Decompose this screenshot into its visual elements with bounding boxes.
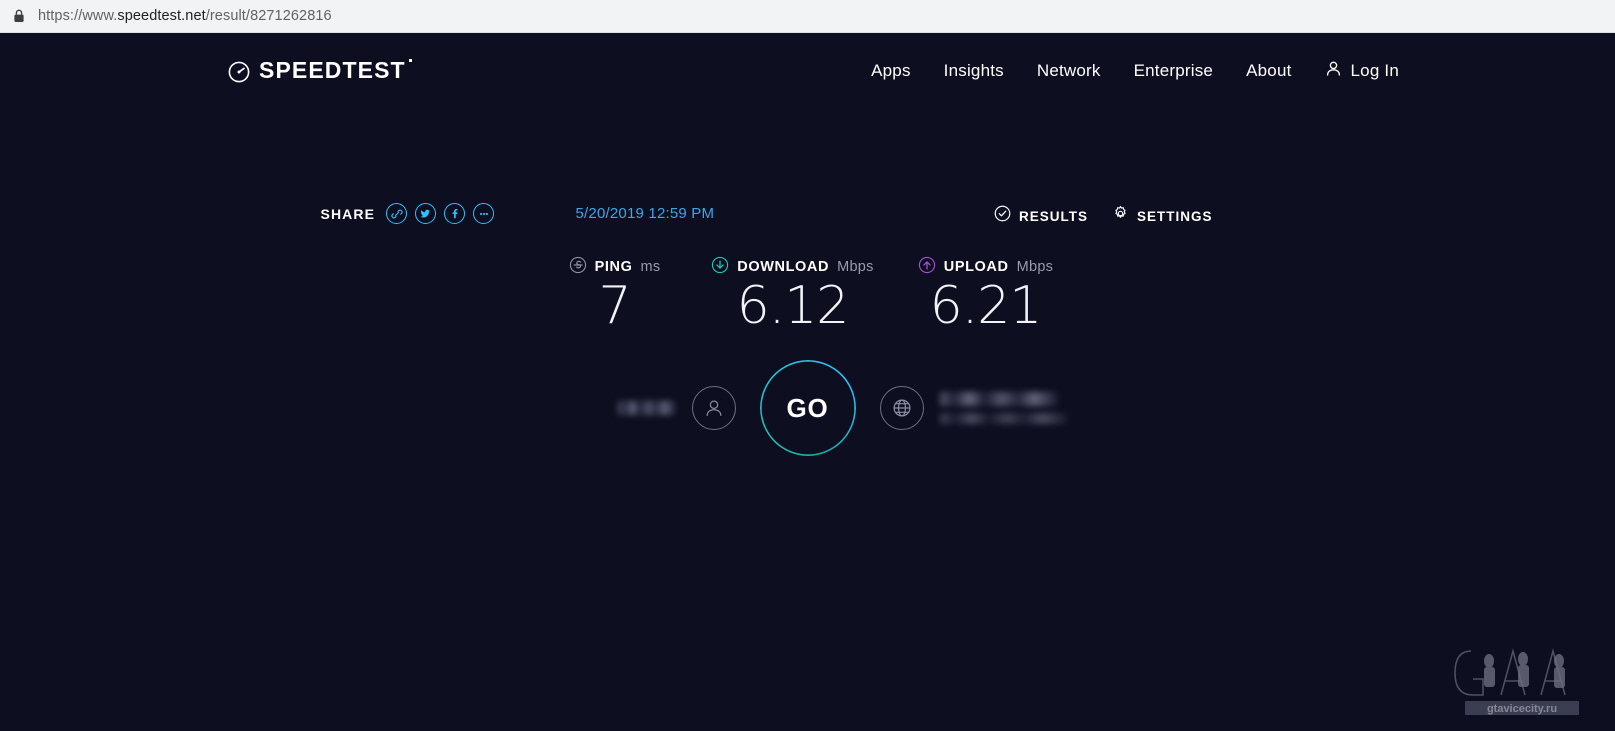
settings-label: SETTINGS [1136,208,1213,224]
go-row: GO [504,360,1112,457]
watermark-text: gtavicecity.ru [1487,703,1557,715]
nav-item-insights[interactable]: Insights [944,61,1004,81]
server-info [879,386,1112,431]
link-icon[interactable] [386,203,408,224]
lock-icon [12,9,25,24]
metric-ping-header: PING ms [569,256,661,279]
speedtest-page: SPEEDTEST Apps Insights Network Enterpri… [0,33,1615,731]
client-info [504,386,736,431]
result-actions: RESULTS SETTINGS [994,205,1213,227]
nav-item-about[interactable]: About [1246,61,1291,81]
check-circle-icon [994,205,1011,227]
login-button[interactable]: Log In [1325,60,1399,82]
result-timestamp[interactable]: 5/20/2019 12:59 PM [576,205,715,222]
person-icon[interactable] [691,386,736,431]
metric-ping-name: PING [594,259,633,275]
metric-upload: UPLOAD Mbps 6.21 [889,256,1082,336]
speedometer-icon [228,61,250,83]
settings-button[interactable]: SETTINGS [1112,205,1213,227]
logo-wordmark: SPEEDTEST [259,57,412,83]
metric-download-header: DOWNLOAD Mbps [711,256,874,279]
gear-icon [1112,205,1129,227]
result-toolbar: SHARE 5/20/2019 12:59 PM RESULTS SETTING… [308,201,1308,235]
server-name-blurred [939,392,1068,425]
share-label: SHARE [320,205,376,222]
globe-icon[interactable] [879,386,924,431]
metric-download-unit: Mbps [837,259,874,275]
gtavicecity-watermark: gtavicecity.ru [1441,631,1601,723]
metric-upload-value: 6.21 [929,276,1043,336]
nav-item-enterprise[interactable]: Enterprise [1134,61,1213,81]
metric-download-value: 6.12 [736,276,850,336]
facebook-icon[interactable] [444,203,466,224]
metric-ping-value: 7 [598,276,631,336]
metrics-row: PING ms 7 DOWNLOAD Mbps 6.12 UPLOAD Mbps… [533,256,1082,336]
isp-name-blurred [617,401,676,416]
metric-ping: PING ms 7 [533,256,696,336]
main-nav: Apps Insights Network Enterprise About L… [871,60,1399,82]
speedtest-logo[interactable]: SPEEDTEST [228,57,412,84]
browser-url-bar[interactable]: https://www.speedtest.net/result/8271262… [0,0,1615,33]
go-button[interactable]: GO [759,360,856,457]
server-location-redacted [939,413,1068,425]
go-label: GO [786,392,829,423]
results-label: RESULTS [1018,208,1088,224]
metric-download: DOWNLOAD Mbps 6.12 [696,256,889,336]
nav-item-apps[interactable]: Apps [871,61,911,81]
person-icon [1325,60,1342,82]
url-host: speedtest.net [117,8,206,24]
login-label: Log In [1350,60,1399,80]
metric-upload-header: UPLOAD Mbps [918,256,1054,277]
site-header: SPEEDTEST Apps Insights Network Enterpri… [0,33,1615,108]
server-name-redacted [939,392,1058,407]
twitter-icon[interactable] [415,203,437,224]
url-text: https://www.speedtest.net/result/8271262… [38,8,332,24]
metric-download-name: DOWNLOAD [737,259,830,275]
metric-ping-unit: ms [640,259,661,275]
metric-upload-unit: Mbps [1016,259,1054,275]
ellipsis-icon[interactable] [473,203,495,224]
nav-item-network[interactable]: Network [1037,61,1101,81]
share-group: SHARE [321,203,495,224]
metric-upload-name: UPLOAD [943,259,1009,275]
download-arrow-icon [711,256,729,279]
isp-name-redacted [617,401,676,416]
url-path: /result/8271262816 [205,8,332,24]
ping-icon [569,256,587,279]
result-area: SHARE 5/20/2019 12:59 PM RESULTS SETTING… [0,201,1615,457]
results-button[interactable]: RESULTS [994,205,1088,227]
url-scheme: https://www. [38,8,118,24]
